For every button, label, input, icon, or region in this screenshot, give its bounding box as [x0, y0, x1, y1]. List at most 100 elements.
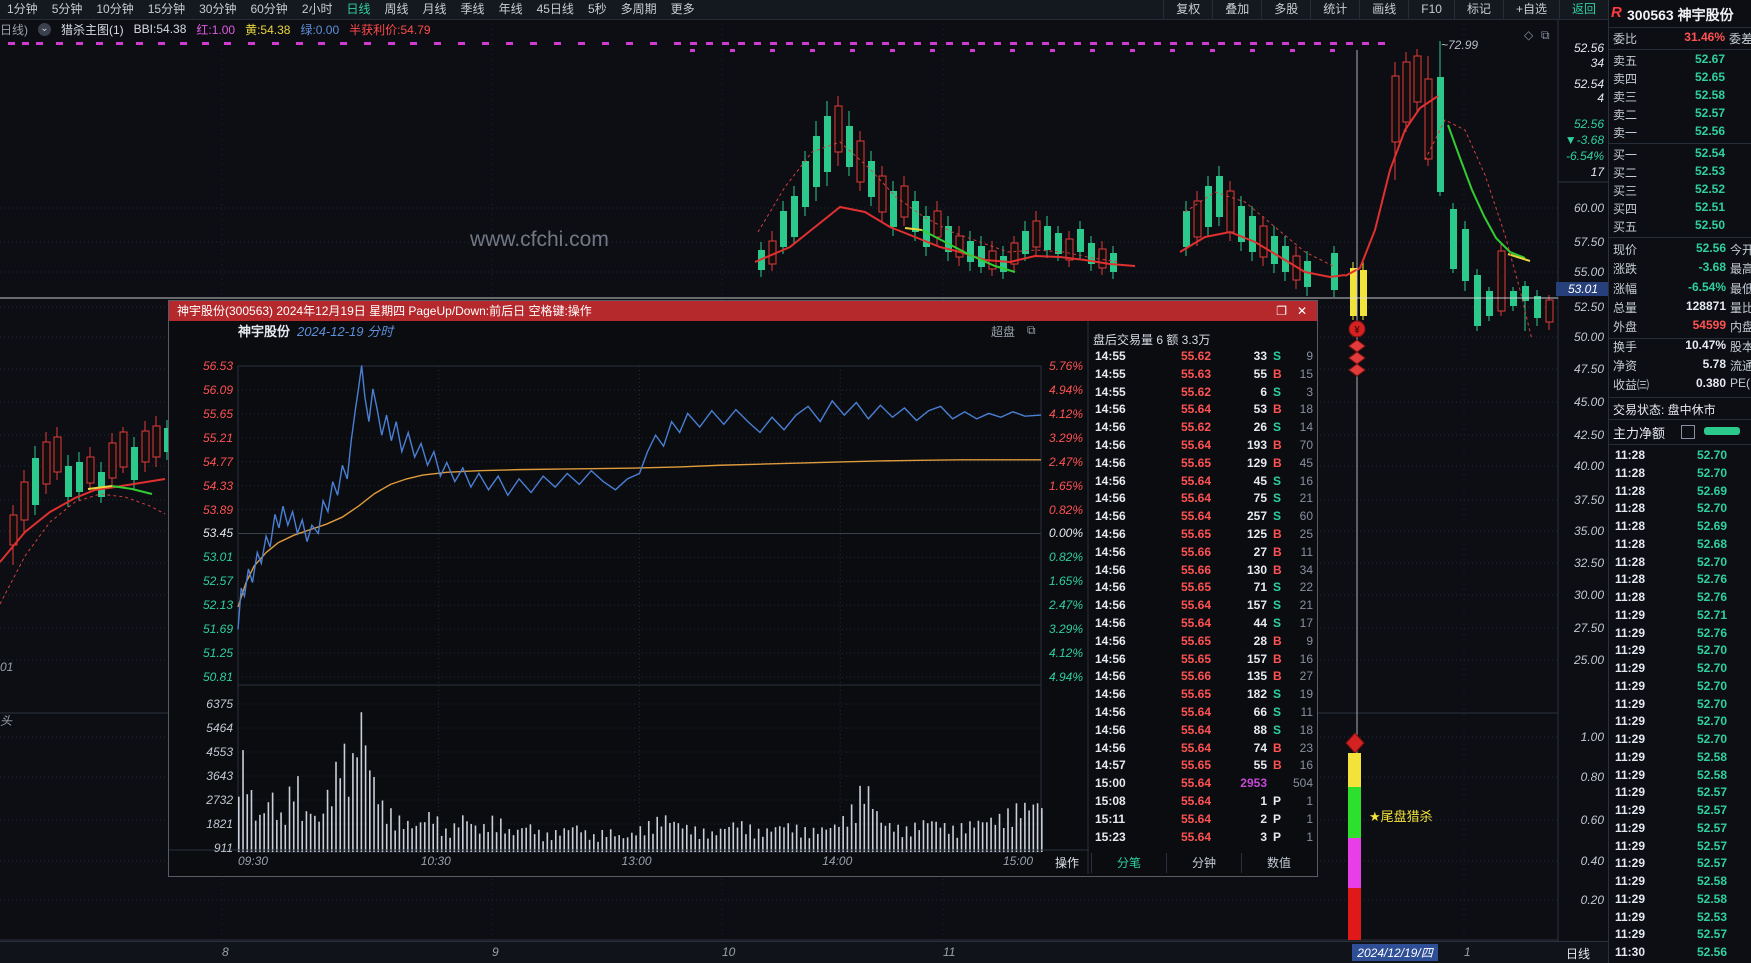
trade-price: 55.64: [1180, 829, 1211, 844]
weibi-label: 委比: [1613, 32, 1638, 46]
toolbar-button-复权[interactable]: 复权: [1163, 0, 1212, 19]
bid-row[interactable]: 买五 52.50: [1609, 218, 1751, 235]
period-button-更多[interactable]: 更多: [664, 0, 702, 19]
period-button-45日线[interactable]: 45日线: [530, 0, 581, 19]
chevron-down-icon[interactable]: ⌄: [38, 22, 51, 36]
toolbar-button-叠加[interactable]: 叠加: [1212, 0, 1261, 19]
toolbar-button-F10[interactable]: F10: [1408, 0, 1454, 19]
trade-time: 14:56: [1095, 722, 1126, 737]
trade-row: 14:55 55.62 33 S 9: [1091, 349, 1315, 366]
tick-price: 52.76: [1696, 625, 1727, 640]
popup-titlebar[interactable]: 神宇股份(300563) 2024年12月19日 星期四 PageUp/Down…: [169, 301, 1317, 321]
trade-count: 15: [1299, 366, 1313, 381]
stat-value: 128871: [1685, 298, 1726, 313]
trade-row: 14:56 55.66 27 B 11: [1091, 545, 1315, 562]
ask-row[interactable]: 卖三 52.58: [1609, 88, 1751, 105]
tab-数值[interactable]: 数值: [1241, 853, 1316, 873]
panel-icon[interactable]: ⧉: [1541, 28, 1550, 43]
close-icon[interactable]: ✕: [1297, 301, 1307, 321]
period-button-多周期[interactable]: 多周期: [614, 0, 664, 19]
period-button-季线[interactable]: 季线: [454, 0, 492, 19]
period-button-15分钟[interactable]: 15分钟: [141, 0, 192, 19]
trade-count: 60: [1299, 509, 1313, 524]
period-button-1分钟[interactable]: 1分钟: [0, 0, 45, 19]
trade-count: 9: [1306, 633, 1313, 648]
period-button-月线[interactable]: 月线: [416, 0, 454, 19]
main-net-row[interactable]: 主力净额: [1609, 423, 1751, 441]
tick-row: 11:29 52.58: [1609, 874, 1751, 891]
trade-price: 55.64: [1180, 598, 1211, 613]
stock-badge: R 300563 神宇股份: [1611, 4, 1751, 24]
toolbar-button-统计[interactable]: 统计: [1310, 0, 1359, 19]
tick-time: 11:29: [1615, 820, 1646, 835]
bid-label: 买五: [1613, 220, 1638, 234]
stock-code-name[interactable]: 300563 神宇股份: [1627, 5, 1734, 25]
trade-volume: 157: [1246, 651, 1267, 666]
price-axis-label: 27.50: [1573, 621, 1604, 635]
stat-label: 换手: [1613, 339, 1638, 354]
indicator-segment-4: 黄:54.38: [245, 22, 291, 37]
indicator-segment-0[interactable]: 日线): [0, 21, 28, 38]
weidiff-label: 委差: [1729, 32, 1751, 46]
tick-row: 11:29 52.57: [1609, 821, 1751, 838]
period-button-日线[interactable]: 日线: [340, 0, 378, 19]
intraday-popup-window[interactable]: 神宇股份(300563) 2024年12月19日 星期四 PageUp/Down…: [168, 300, 1318, 877]
trade-count: 70: [1299, 438, 1313, 452]
tab-分钟[interactable]: 分钟: [1166, 853, 1241, 873]
trade-row: 14:56 55.65 157 B 16: [1091, 652, 1315, 669]
ask-row[interactable]: 卖五 52.67: [1609, 52, 1751, 69]
period-button-60分钟[interactable]: 60分钟: [243, 0, 294, 19]
tick-row: 11:28 52.68: [1609, 537, 1751, 554]
toolbar-button-返回[interactable]: 返回: [1558, 0, 1608, 19]
period-button-周线[interactable]: 周线: [378, 0, 416, 19]
time-axis-label: 15:00: [1003, 854, 1034, 868]
period-button-5秒[interactable]: 5秒: [581, 0, 614, 19]
indicator-segment-1[interactable]: 猎杀主图(1): [61, 21, 124, 38]
toolbar-button-多股[interactable]: 多股: [1261, 0, 1310, 19]
trade-volume: 182: [1246, 687, 1267, 702]
tick-price: 52.57: [1696, 856, 1727, 871]
tick-row: 11:28 52.76: [1609, 572, 1751, 589]
trade-time: 14:56: [1095, 438, 1126, 452]
minute-pct-label: 3.29%: [1048, 622, 1083, 637]
bid-row[interactable]: 买三 52.52: [1609, 182, 1751, 199]
list-icon[interactable]: [1681, 425, 1695, 439]
period-button-年线[interactable]: 年线: [492, 0, 530, 19]
trade-time: 14:56: [1095, 705, 1126, 719]
period-button-10分钟[interactable]: 10分钟: [89, 0, 140, 19]
stat-right-label: 流通: [1730, 358, 1751, 373]
time-axis-label: 10:30: [420, 854, 451, 868]
ask-label: 卖一: [1613, 126, 1638, 140]
tick-time: 11:28: [1615, 590, 1646, 604]
minute-chart[interactable]: [169, 321, 1089, 874]
diamond-icon[interactable]: ◇: [1524, 28, 1533, 42]
ask-row[interactable]: 卖二 52.57: [1609, 106, 1751, 123]
bid-row[interactable]: 买一 52.54: [1609, 146, 1751, 163]
stat-value: -6.54%: [1687, 279, 1726, 294]
trade-row: 14:56 55.65 28 B 9: [1091, 634, 1315, 651]
price-axis-label: 40.00: [1573, 459, 1604, 473]
toolbar-button-标记[interactable]: 标记: [1453, 0, 1503, 19]
tick-row: 11:29 52.57: [1609, 803, 1751, 820]
toolbar-button-画线[interactable]: 画线: [1359, 0, 1408, 19]
tick-time: 11:28: [1615, 572, 1646, 587]
tab-分笔[interactable]: 分笔: [1091, 853, 1166, 873]
trade-volume: 3: [1260, 829, 1267, 844]
ask-row[interactable]: 卖四 52.65: [1609, 70, 1751, 87]
period-button-30分钟[interactable]: 30分钟: [192, 0, 243, 19]
bid-row[interactable]: 买二 52.53: [1609, 164, 1751, 181]
trade-time: 15:11: [1095, 811, 1126, 826]
period-button-5分钟[interactable]: 5分钟: [45, 0, 90, 19]
selected-date-tag: 2024/12/19/四: [1352, 944, 1438, 961]
indicator-segment-3: 红:1.00: [196, 22, 236, 37]
action-button[interactable]: 操作: [1055, 854, 1079, 871]
maximize-icon[interactable]: ❐: [1276, 301, 1287, 321]
signal-label: ★尾盘猎杀: [1369, 809, 1433, 824]
toolbar-button-+自选[interactable]: +自选: [1502, 0, 1559, 19]
stat-value: 0.380: [1695, 376, 1726, 391]
ask-row[interactable]: 卖一 52.56: [1609, 124, 1751, 141]
bid-row[interactable]: 买四 52.51: [1609, 200, 1751, 217]
minute-pct-label: 1.65%: [1048, 574, 1083, 589]
tick-row: 11:29 52.76: [1609, 626, 1751, 643]
period-button-2小时[interactable]: 2小时: [295, 0, 340, 19]
